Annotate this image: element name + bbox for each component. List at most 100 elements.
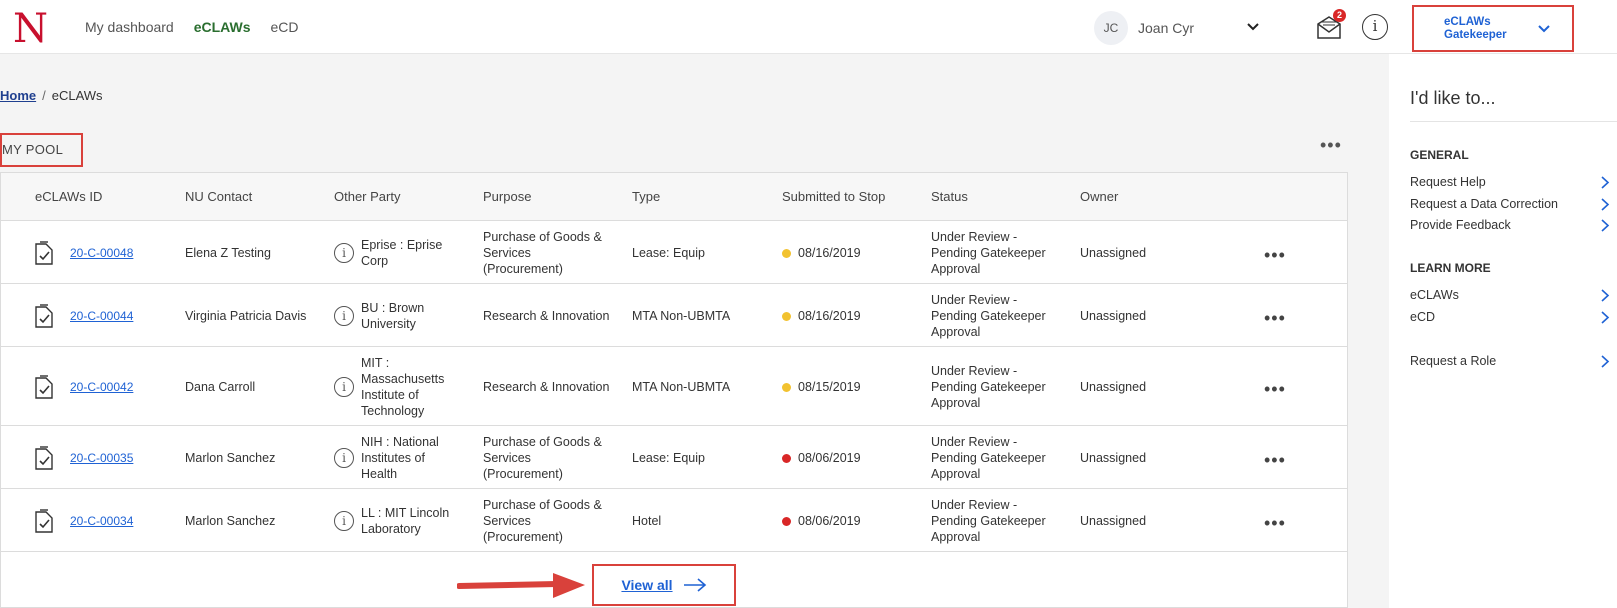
breadcrumb-current: eCLAWs	[51, 88, 103, 103]
status-dot	[782, 383, 791, 393]
purpose-cell: Research & Innovation	[483, 380, 610, 394]
col-type[interactable]: Type	[632, 189, 660, 204]
breadcrumb-home[interactable]: Home	[0, 88, 36, 103]
nu-contact-cell: Virginia Patricia Davis	[185, 309, 307, 323]
notification-badge: 2	[1333, 9, 1346, 22]
table-row[interactable]: i 20-C-00044 Virginia Patricia Davis BU : B…	[1, 284, 1347, 347]
submitted-date-cell: 08/06/2019	[782, 450, 861, 466]
chevron-right-icon	[1601, 355, 1610, 368]
panel-link[interactable]: Request a Role	[1410, 354, 1610, 368]
nav-my-dashboard[interactable]: My dashboard	[85, 19, 174, 35]
purpose-cell: Purchase of Goods & Services (Procuremen…	[483, 230, 602, 276]
table-row[interactable]: i 20-C-00034 Marlon Sanchez LL : MIT Lincol…	[1, 489, 1347, 552]
info-icon[interactable]: i	[334, 376, 354, 397]
col-owner[interactable]: Owner	[1080, 189, 1118, 204]
breadcrumb-separator: /	[42, 88, 46, 103]
panel-divider	[1410, 121, 1617, 122]
info-icon[interactable]: i	[334, 242, 354, 263]
panel-link-label: eCLAWs	[1410, 288, 1459, 302]
col-eclaws-id[interactable]: eCLAWs ID	[35, 189, 102, 204]
table-row[interactable]: i 20-C-00035 Marlon Sanchez NIH : National …	[1, 426, 1347, 489]
info-icon[interactable]: i	[334, 447, 354, 468]
view-all-highlight: View all	[592, 564, 736, 606]
type-cell: MTA Non-UBMTA	[632, 309, 731, 323]
type-cell: Lease: Equip	[632, 451, 705, 465]
row-actions-icon[interactable]: •••	[1264, 380, 1286, 398]
owner-cell: Unassigned	[1080, 514, 1147, 528]
status-cell: Under Review - Pending Gatekeeper Approv…	[931, 230, 1046, 276]
nu-contact-cell: Marlon Sanchez	[185, 451, 276, 465]
panel-section-heading: LEARN MORE	[1410, 261, 1491, 275]
panel-link-label: Request a Data Correction	[1410, 196, 1558, 211]
table-row[interactable]: i 20-C-00048 Elena Z Testing Eprise : Epris…	[1, 221, 1347, 284]
info-icon[interactable]: i	[334, 305, 354, 326]
submitted-date: 08/16/2019	[798, 309, 861, 323]
document-check-icon	[35, 240, 53, 265]
row-actions-icon[interactable]: •••	[1264, 309, 1286, 327]
panel-link[interactable]: Provide Feedback	[1410, 218, 1610, 232]
avatar: JC	[1094, 11, 1128, 45]
table-row[interactable]: i 20-C-00042 Dana Carroll MIT : Massachuset…	[1, 347, 1347, 426]
row-actions-icon[interactable]: •••	[1264, 246, 1286, 264]
info-icon[interactable]: i	[1362, 14, 1388, 40]
status-dot	[782, 249, 791, 259]
purpose-cell: Purchase of Goods & Services (Procuremen…	[483, 498, 602, 544]
view-all-link[interactable]: View all	[621, 577, 672, 593]
type-cell: Lease: Equip	[632, 246, 705, 260]
panel-link[interactable]: eCD	[1410, 310, 1610, 324]
table-header: eCLAWs ID NU Contact Other Party Purpose…	[1, 173, 1347, 221]
purpose-cell: Purchase of Goods & Services (Procuremen…	[483, 435, 602, 481]
nav-ecd[interactable]: eCD	[271, 19, 299, 35]
type-cell: MTA Non-UBMTA	[632, 380, 731, 394]
panel-link[interactable]: Request Help	[1410, 175, 1610, 189]
submitted-date: 08/06/2019	[798, 451, 861, 465]
owner-cell: Unassigned	[1080, 246, 1147, 260]
panel-link[interactable]: eCLAWs	[1410, 288, 1610, 302]
eclaws-id-link[interactable]: 20-C-00034	[70, 514, 133, 528]
user-menu[interactable]: JC Joan Cyr	[1094, 11, 1194, 45]
eclaws-id-link[interactable]: 20-C-00048	[70, 246, 133, 260]
col-other-party[interactable]: Other Party	[334, 189, 400, 204]
submitted-date-cell: 08/16/2019	[782, 308, 861, 324]
chevron-right-icon	[1601, 197, 1610, 211]
status-cell: Under Review - Pending Gatekeeper Approv…	[931, 293, 1046, 339]
pool-more-icon[interactable]: •••	[1320, 136, 1342, 154]
other-party-cell: BU : Brown University	[361, 301, 425, 331]
chevron-right-icon	[1601, 310, 1610, 324]
pool-title: MY POOL	[0, 133, 83, 167]
eclaws-id-cell: 20-C-00044	[70, 308, 133, 324]
owner-cell: Unassigned	[1080, 451, 1147, 465]
col-nu-contact[interactable]: NU Contact	[185, 189, 252, 204]
col-submitted[interactable]: Submitted to Stop	[782, 189, 885, 204]
chevron-right-icon	[1601, 176, 1610, 189]
action-panel: I'd like to... GENERAL Request Help Reques…	[1389, 54, 1617, 608]
annotation-arrow	[457, 573, 585, 598]
eclaws-id-link[interactable]: 20-C-00044	[70, 309, 133, 323]
panel-link[interactable]: Request a Data Correction	[1410, 197, 1610, 211]
top-bar: N My dashboard eCLAWs eCD JC Joan Cyr 2 …	[0, 0, 1617, 54]
document-check-icon	[35, 508, 53, 533]
role-selector[interactable]: eCLAWs Gatekeeper	[1412, 5, 1574, 52]
row-actions-icon[interactable]: •••	[1264, 451, 1286, 469]
main-nav: My dashboard eCLAWs eCD	[85, 19, 299, 35]
row-actions-icon[interactable]: •••	[1264, 514, 1286, 532]
eclaws-id-cell: 20-C-00042	[70, 379, 133, 395]
other-party-cell: MIT : Massachusetts Institute of Technol…	[361, 356, 445, 418]
panel-section-heading: GENERAL	[1410, 148, 1469, 162]
panel-link-label: Request Help	[1410, 175, 1486, 189]
col-purpose[interactable]: Purpose	[483, 189, 531, 204]
nu-contact-cell: Dana Carroll	[185, 380, 256, 394]
other-party-cell: LL : MIT Lincoln Laboratory	[361, 506, 450, 536]
nav-eclaws[interactable]: eCLAWs	[194, 19, 251, 35]
document-check-icon	[35, 445, 53, 470]
eclaws-id-link[interactable]: 20-C-00042	[70, 380, 133, 394]
eclaws-id-link[interactable]: 20-C-00035	[70, 451, 133, 465]
col-status[interactable]: Status	[931, 189, 968, 204]
chevron-down-icon[interactable]	[1244, 18, 1262, 36]
eclaws-id-cell: 20-C-00035	[70, 450, 133, 466]
submitted-date-cell: 08/16/2019	[782, 245, 861, 261]
arrow-right-icon[interactable]	[683, 578, 707, 592]
document-check-icon	[35, 374, 53, 399]
info-icon[interactable]: i	[334, 510, 354, 531]
northeastern-logo[interactable]: N	[12, 8, 52, 46]
